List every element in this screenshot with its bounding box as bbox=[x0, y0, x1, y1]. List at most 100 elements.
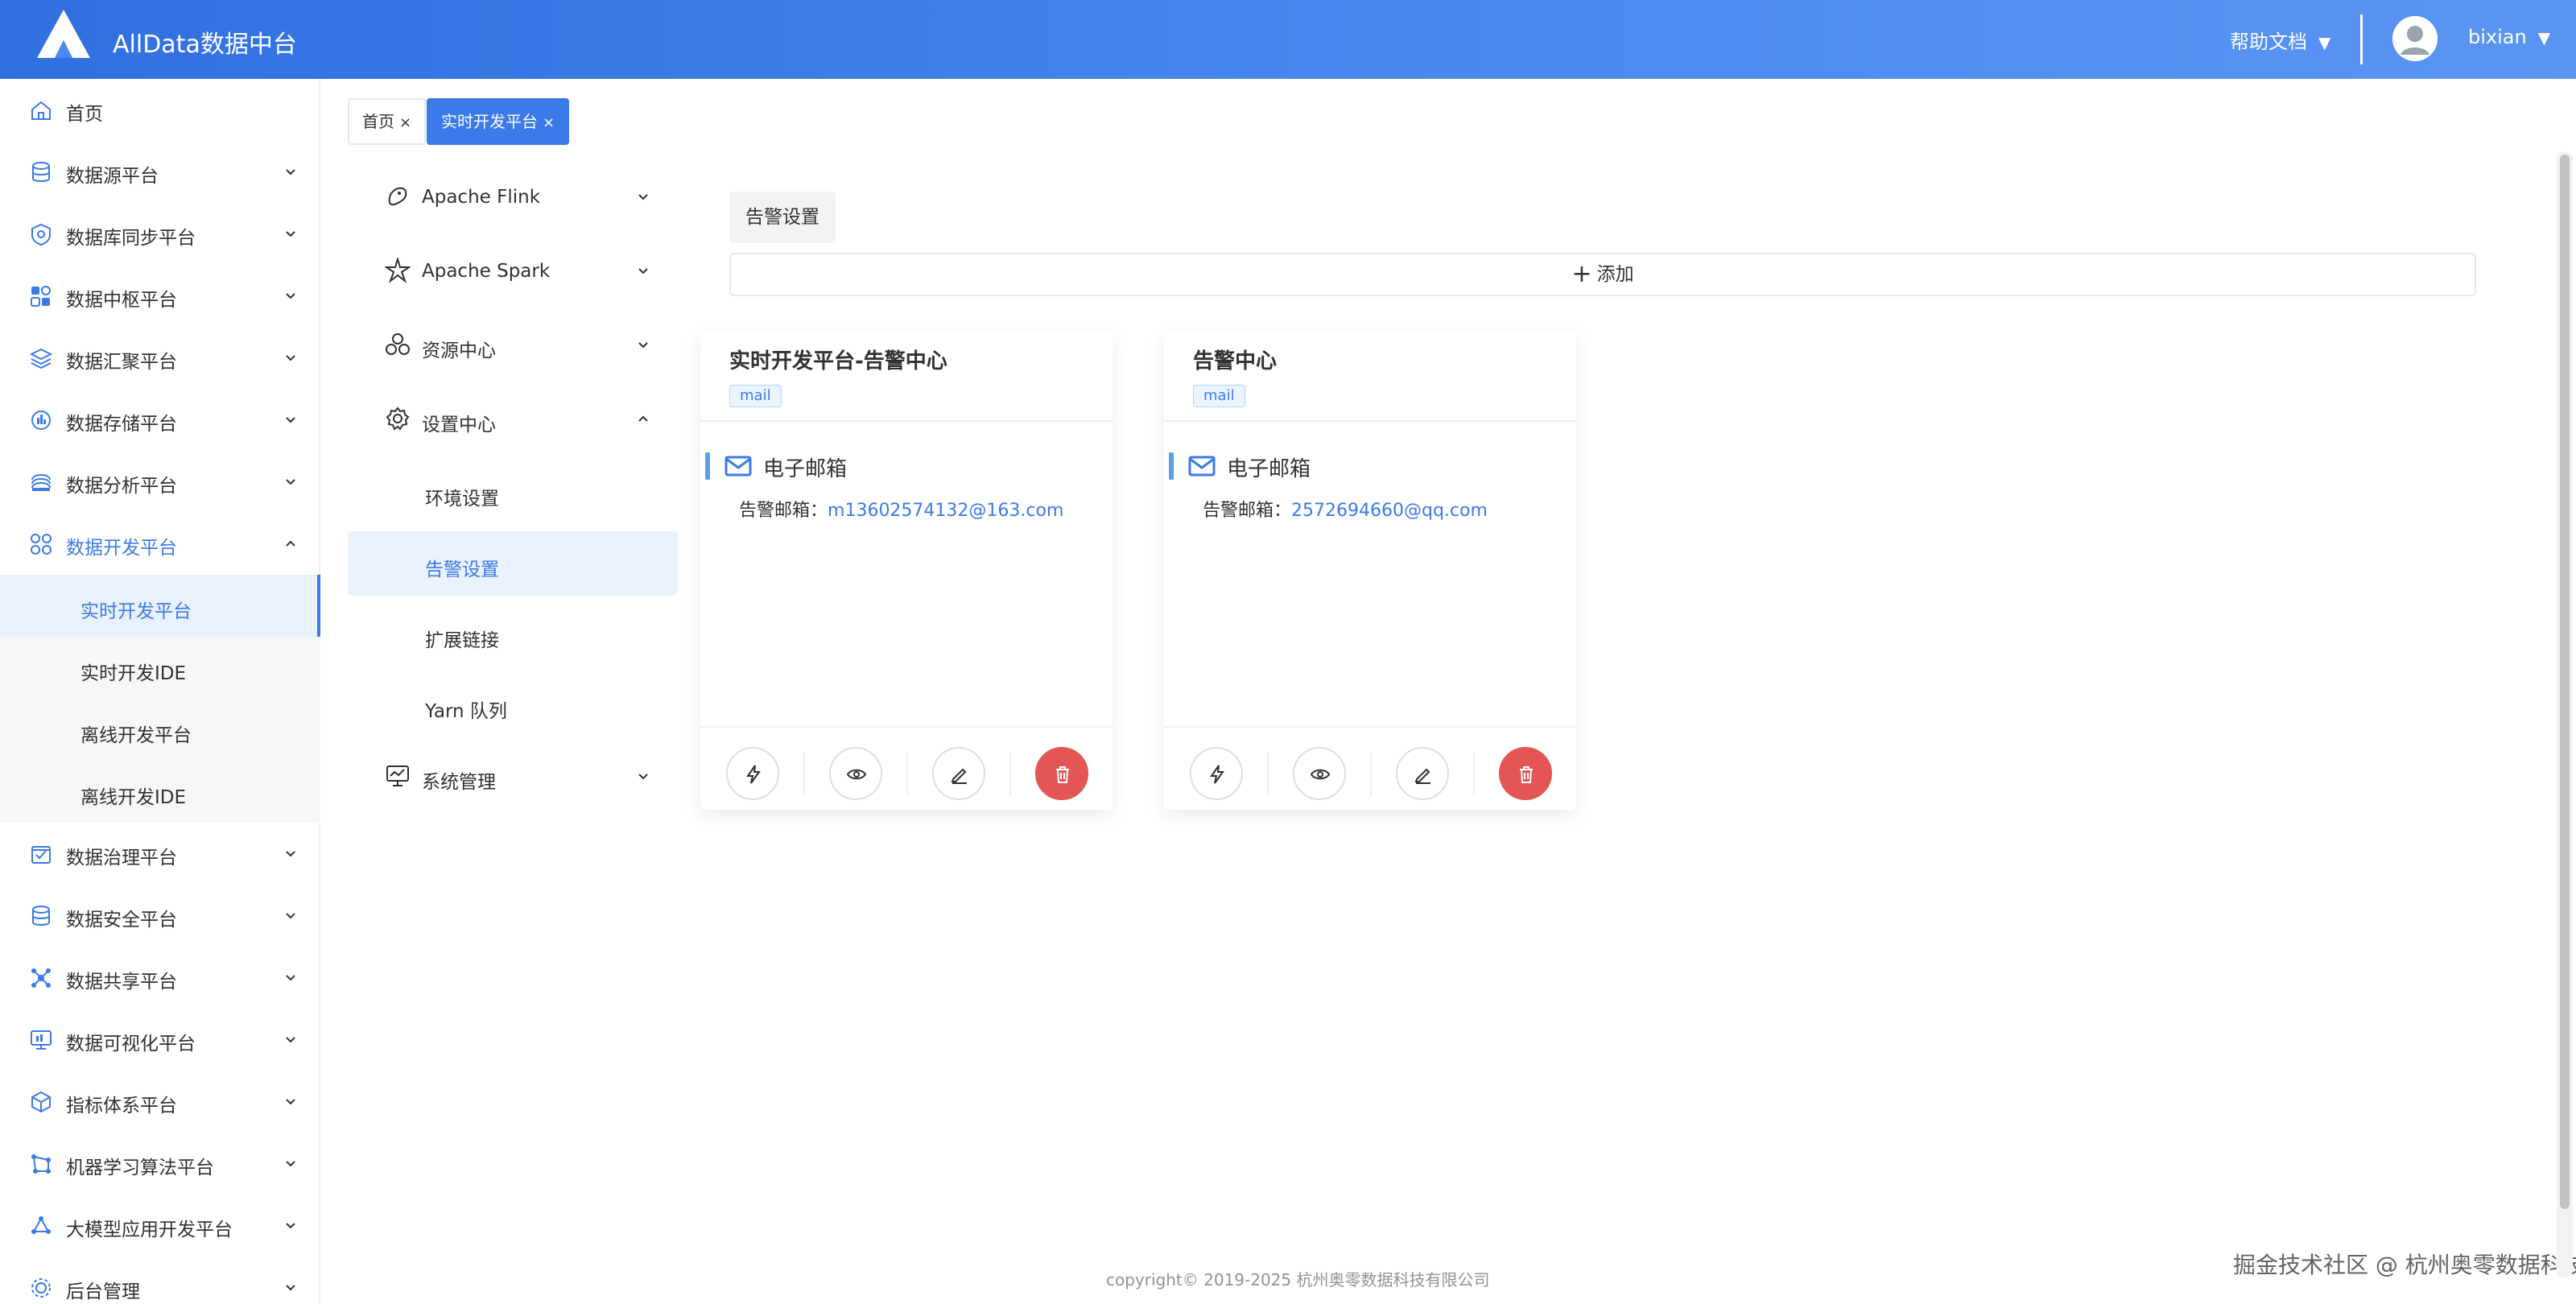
menu2-sub-label: Yarn 队列 bbox=[425, 701, 507, 722]
channel-accent-bar bbox=[1169, 452, 1174, 480]
add-button[interactable]: + 添加 bbox=[729, 253, 2476, 296]
visual-icon bbox=[31, 1030, 52, 1050]
help-docs-label: 帮助文档 bbox=[2230, 31, 2307, 53]
card-divider bbox=[1164, 420, 1576, 422]
menu2-label: Apache Spark bbox=[422, 261, 551, 282]
menu2-item-flink[interactable]: Apache Flink bbox=[348, 164, 678, 229]
menu2-sub-alert-settings[interactable]: 告警设置 bbox=[348, 531, 678, 596]
alldata-logo-icon[interactable] bbox=[35, 8, 92, 60]
edit-button[interactable] bbox=[1396, 747, 1449, 800]
card-title: 实时开发平台-告警中心 bbox=[729, 349, 947, 373]
top-header: AllData数据中台 帮助文档 ▼ bixian ▼ bbox=[0, 0, 2576, 79]
chevron-down-icon bbox=[286, 293, 295, 299]
menu2-item-settings-center[interactable]: 设置中心 bbox=[348, 386, 678, 451]
email-label: 告警邮箱： bbox=[1203, 501, 1292, 521]
spark-icon bbox=[385, 258, 411, 283]
chevron-up-icon bbox=[286, 540, 295, 547]
sidebar-item-datasource[interactable]: 数据源平台 bbox=[0, 141, 320, 203]
menu2-sub-env-settings[interactable]: 环境设置 bbox=[348, 460, 678, 525]
menu2-item-spark[interactable]: Apache Spark bbox=[348, 238, 678, 303]
sidebar-item-ml[interactable]: 机器学习算法平台 bbox=[0, 1133, 320, 1195]
eye-icon bbox=[1310, 769, 1331, 780]
channel-name: 电子邮箱 bbox=[763, 457, 848, 481]
menu2-item-resource-center[interactable]: 资源中心 bbox=[348, 312, 678, 377]
action-divider bbox=[1009, 752, 1011, 795]
sidebar-sub-realtime-platform[interactable]: 实时开发平台 bbox=[0, 575, 320, 637]
metrics-icon bbox=[31, 1091, 51, 1113]
help-caret-icon: ▼ bbox=[2318, 33, 2331, 52]
sidebar-sub-offline-platform[interactable]: 离线开发平台 bbox=[0, 699, 320, 761]
user-avatar-icon bbox=[2392, 16, 2438, 61]
chevron-down-icon bbox=[286, 1285, 295, 1291]
menu2-item-system-management[interactable]: 系统管理 bbox=[348, 744, 678, 808]
section-alert-settings[interactable]: 告警设置 bbox=[729, 192, 836, 243]
view-button[interactable] bbox=[829, 747, 882, 800]
sidebar-item-label: 机器学习算法平台 bbox=[66, 1158, 214, 1178]
email-row: 告警邮箱：m13602574132@163.com bbox=[739, 496, 1063, 522]
trash-icon bbox=[1056, 766, 1069, 783]
sidebar-item-data-gather[interactable]: 数据汇聚平台 bbox=[0, 327, 320, 389]
view-button[interactable] bbox=[1293, 747, 1346, 800]
user-menu[interactable]: bixian ▼ bbox=[2468, 26, 2550, 48]
close-icon[interactable]: × bbox=[543, 114, 555, 131]
analysis-icon bbox=[31, 474, 51, 491]
channel-accent-bar bbox=[705, 452, 710, 480]
sidebar-sub-offline-ide[interactable]: 离线开发IDE bbox=[0, 761, 320, 823]
chevron-down-icon bbox=[638, 342, 648, 349]
edit-button[interactable] bbox=[932, 747, 985, 800]
sidebar-sub-label: 离线开发平台 bbox=[80, 725, 192, 746]
chevron-down-icon bbox=[286, 913, 295, 919]
tab-label: 首页 bbox=[362, 112, 394, 131]
menu2-sub-extension-links[interactable]: 扩展链接 bbox=[348, 602, 678, 666]
action-divider bbox=[906, 752, 908, 795]
delete-button[interactable] bbox=[1499, 747, 1552, 800]
chevron-down-icon bbox=[638, 194, 648, 200]
tab-home[interactable]: 首页 × bbox=[348, 98, 427, 145]
username-label: bixian bbox=[2468, 26, 2527, 48]
mail-icon bbox=[724, 456, 752, 477]
sidebar-item-home[interactable]: 首页 bbox=[0, 79, 320, 141]
sidebar-item-llm[interactable]: 大模型应用开发平台 bbox=[0, 1195, 320, 1257]
sidebar-item-label: 数据共享平台 bbox=[66, 972, 177, 992]
copyright-footer: copyright© 2019-2025 杭州奥零数据科技有限公司 bbox=[1106, 1270, 1490, 1290]
sidebar-item-data-share[interactable]: 数据共享平台 bbox=[0, 947, 320, 1009]
sidebar-sub-label: 实时开发IDE bbox=[80, 663, 187, 684]
chevron-down-icon bbox=[286, 1161, 295, 1167]
sidebar-item-label: 数据源平台 bbox=[66, 166, 159, 187]
action-divider bbox=[803, 752, 805, 795]
lightning-icon bbox=[746, 765, 761, 784]
sidebar-item-data-security[interactable]: 数据安全平台 bbox=[0, 885, 320, 947]
admin-icon bbox=[31, 1278, 51, 1298]
avatar[interactable] bbox=[2392, 16, 2438, 61]
share-icon bbox=[31, 968, 51, 988]
chevron-down-icon bbox=[286, 355, 295, 361]
sidebar-item-label: 后台管理 bbox=[66, 1281, 140, 1302]
sidebar-item-metrics[interactable]: 指标体系平台 bbox=[0, 1071, 320, 1133]
action-divider bbox=[1267, 752, 1269, 795]
scrollbar-thumb[interactable] bbox=[2560, 155, 2570, 1209]
chevron-down-icon bbox=[286, 231, 295, 237]
sidebar-item-data-analysis[interactable]: 数据分析平台 bbox=[0, 451, 320, 513]
sidebar-item-admin[interactable]: 后台管理 bbox=[0, 1257, 320, 1304]
sidebar-sub-realtime-ide[interactable]: 实时开发IDE bbox=[0, 637, 320, 699]
help-docs-menu[interactable]: 帮助文档 ▼ bbox=[2230, 26, 2330, 54]
sidebar-item-data-dev[interactable]: 数据开发平台 bbox=[0, 513, 320, 575]
menu2-label: 资源中心 bbox=[422, 340, 496, 361]
sidebar-item-data-governance[interactable]: 数据治理平台 bbox=[0, 823, 320, 885]
sidebar-item-db-sync[interactable]: 数据库同步平台 bbox=[0, 203, 320, 265]
mail-icon bbox=[1188, 456, 1216, 477]
sidebar-item-data-visual[interactable]: 数据可视化平台 bbox=[0, 1009, 320, 1071]
test-button[interactable] bbox=[726, 747, 779, 800]
sidebar-item-label: 数据汇聚平台 bbox=[66, 352, 177, 373]
action-divider bbox=[1370, 752, 1372, 795]
database-icon bbox=[32, 162, 50, 182]
sidebar-item-data-hub[interactable]: 数据中枢平台 bbox=[0, 265, 320, 327]
delete-button[interactable] bbox=[1035, 747, 1088, 800]
menu2-sub-yarn-queue[interactable]: Yarn 队列 bbox=[348, 673, 678, 737]
close-icon[interactable]: × bbox=[399, 114, 411, 131]
menu2-label: Apache Flink bbox=[422, 187, 541, 208]
card-actions bbox=[1164, 726, 1576, 810]
tab-realtime-platform[interactable]: 实时开发平台 × bbox=[427, 98, 570, 145]
test-button[interactable] bbox=[1190, 747, 1243, 800]
sidebar-item-data-storage[interactable]: 数据存储平台 bbox=[0, 389, 320, 451]
